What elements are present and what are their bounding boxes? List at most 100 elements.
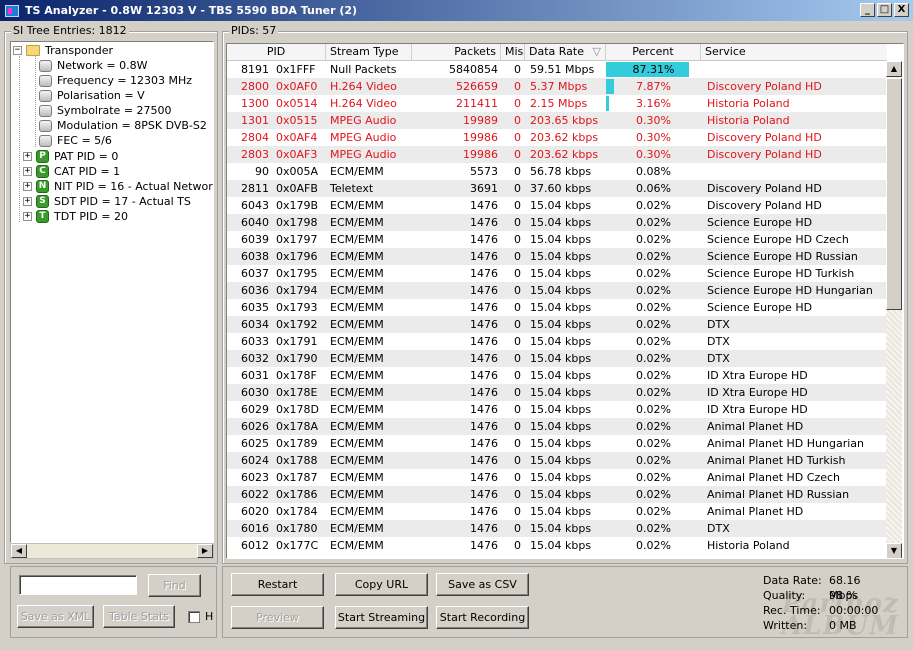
table-row[interactable]: 6025 0x1789 ECM/EMM 1476 0 15.04 kbps 0.02% Ani… [227,435,887,452]
tree-leaf[interactable]: Frequency = 12303 MHz [39,73,192,88]
expand-icon[interactable]: + [23,182,32,191]
table-row[interactable]: 6036 0x1794 ECM/EMM 1476 0 15.04 kbps 0.02% Sci… [227,282,887,299]
scroll-up-arrow-icon[interactable]: ▲ [886,61,902,77]
table-row[interactable]: 6035 0x1793 ECM/EMM 1476 0 15.04 kbps 0.02% Sci… [227,299,887,316]
tree-leaf[interactable]: Modulation = 8PSK DVB-S2 [39,118,207,133]
table-row[interactable]: 6032 0x1790 ECM/EMM 1476 0 15.04 kbps 0.02% DTX [227,350,887,367]
table-row[interactable]: 6023 0x1787 ECM/EMM 1476 0 15.04 kbps 0.02% Ani… [227,469,887,486]
table-row[interactable]: 6034 0x1792 ECM/EMM 1476 0 15.04 kbps 0.02% DTX [227,316,887,333]
tree-node-table[interactable]: + C CAT PID = 1 [23,164,120,179]
save-as-csv-button[interactable]: Save as CSV [436,573,529,596]
percent-value: 0.02% [636,267,671,280]
cell-missing: 0 [514,437,521,450]
scroll-right-arrow-icon[interactable]: ▶ [197,544,213,558]
tree-leaf[interactable]: Symbolrate = 27500 [39,103,172,118]
table-row[interactable]: 6030 0x178E ECM/EMM 1476 0 15.04 kbps 0.02% ID … [227,384,887,401]
cell-hex: 0x1790 [276,352,318,365]
table-vertical-scrollbar[interactable]: ▲ ▼ [886,61,902,558]
cell-type: ECM/EMM [330,335,384,348]
table-row[interactable]: 8191 0x1FFF Null Packets 5840854 0 59.51 Mbps… [227,61,887,78]
cell-percent: 0.02% [606,299,701,316]
expand-icon[interactable]: + [23,197,32,206]
column-header-missing[interactable]: Missi... [501,44,525,61]
tree-node-table[interactable]: + S SDT PID = 17 - Actual TS [23,194,191,209]
cell-hex: 0x1798 [276,216,318,229]
start-recording-button[interactable]: Start Recording [436,606,529,629]
table-row[interactable]: 6037 0x1795 ECM/EMM 1476 0 15.04 kbps 0.02% Sci… [227,265,887,282]
table-row[interactable]: 1301 0x0515 MPEG Audio 19989 0 203.65 kbps 0.3… [227,112,887,129]
quality-value: 98 % [829,589,857,602]
expand-icon[interactable]: + [23,167,32,176]
column-header-data-rate[interactable]: Data Rate ▽ [525,44,606,61]
scroll-left-arrow-icon[interactable]: ◀ [11,544,27,558]
collapse-icon[interactable]: − [13,46,22,55]
cell-percent: 0.02% [606,486,701,503]
table-badge-icon: P [36,150,49,163]
table-row[interactable]: 6039 0x1797 ECM/EMM 1476 0 15.04 kbps 0.02% Sci… [227,231,887,248]
save-as-xml-button[interactable]: Save as XML [17,605,94,628]
table-row[interactable]: 6038 0x1796 ECM/EMM 1476 0 15.04 kbps 0.02% Sci… [227,248,887,265]
expand-icon[interactable]: + [23,212,32,221]
preview-button[interactable]: Preview [231,606,324,629]
table-row[interactable]: 2800 0x0AF0 H.264 Video 526659 0 5.37 Mbps 7.8… [227,78,887,95]
expand-icon[interactable]: + [23,152,32,161]
si-tree[interactable]: − Transponder Network = 0.8W Frequency = … [10,41,214,543]
tree-node-table[interactable]: + T TDT PID = 20 [23,209,128,224]
table-row[interactable]: 1300 0x0514 H.264 Video 211411 0 2.15 Mbps 3.1… [227,95,887,112]
table-row[interactable]: 6040 0x1798 ECM/EMM 1476 0 15.04 kbps 0.02% Sci… [227,214,887,231]
table-row[interactable]: 6043 0x179B ECM/EMM 1476 0 15.04 kbps 0.02% Dis… [227,197,887,214]
tree-leaf[interactable]: Network = 0.8W [39,58,148,73]
column-header-pid[interactable]: PID [227,44,326,61]
cell-type: MPEG Audio [330,114,397,127]
table-row[interactable]: 6031 0x178F ECM/EMM 1476 0 15.04 kbps 0.02% ID … [227,367,887,384]
column-header-service[interactable]: Service [701,44,887,61]
column-header-stream-type[interactable]: Stream Type [326,44,412,61]
cell-rate: 15.04 kbps [530,301,592,314]
table-row[interactable]: 6016 0x1780 ECM/EMM 1476 0 15.04 kbps 0.02% DTX [227,520,887,537]
column-header-percent[interactable]: Percent [606,44,701,61]
cell-packets: 1476 [470,488,498,501]
cell-hex: 0x1791 [276,335,318,348]
cell-hex: 0x178E [276,386,318,399]
table-row[interactable]: 2804 0x0AF4 MPEG Audio 19986 0 203.62 kbps 0.3… [227,129,887,146]
table-row[interactable]: 6033 0x1791 ECM/EMM 1476 0 15.04 kbps 0.02% DTX [227,333,887,350]
minimize-button[interactable]: _ [860,3,875,17]
cell-rate: 15.04 kbps [530,352,592,365]
search-input[interactable] [19,575,137,595]
scroll-down-arrow-icon[interactable]: ▼ [886,543,902,558]
cell-pid: 6026 [241,420,269,433]
table-row[interactable]: 2811 0x0AFB Teletext 3691 0 37.60 kbps 0.06% Di… [227,180,887,197]
table-row[interactable]: 6029 0x178D ECM/EMM 1476 0 15.04 kbps 0.02% ID … [227,401,887,418]
restart-button[interactable]: Restart [231,573,324,596]
maximize-button[interactable]: □ [877,3,892,17]
tree-node-table[interactable]: + P PAT PID = 0 [23,149,118,164]
tree-node-table[interactable]: + N NIT PID = 16 - Actual Network [23,179,213,194]
table-row[interactable]: 6026 0x178A ECM/EMM 1476 0 15.04 kbps 0.02% Ani… [227,418,887,435]
h-checkbox[interactable] [188,611,200,623]
cell-service [701,61,887,78]
cell-packets: 1476 [470,471,498,484]
table-row[interactable]: 2803 0x0AF3 MPEG Audio 19986 0 203.62 kbps 0.3… [227,146,887,163]
copy-url-button[interactable]: Copy URL [335,573,428,596]
table-row[interactable]: 6024 0x1788 ECM/EMM 1476 0 15.04 kbps 0.02% Ani… [227,452,887,469]
tree-horizontal-scrollbar[interactable]: ◀ ▶ [10,543,214,559]
cell-pid: 6032 [241,352,269,365]
column-header-packets[interactable]: Packets [412,44,501,61]
stats-panel: Data Rate: 68.16 Mbps Quality: 98 % Rec. T… [763,573,889,633]
scroll-thumb[interactable] [886,78,902,310]
cell-pid: 6035 [241,301,269,314]
tree-leaf[interactable]: Polarisation = V [39,88,145,103]
table-row[interactable]: 6020 0x1784 ECM/EMM 1476 0 15.04 kbps 0.02% Ani… [227,503,887,520]
close-button[interactable]: X [894,3,909,17]
table-row[interactable]: 90 0x005A ECM/EMM 5573 0 56.78 kbps 0.08% [227,163,887,180]
find-button[interactable]: Find [148,574,201,597]
table-stats-button[interactable]: Table Stats [103,605,175,628]
table-row[interactable]: 6022 0x1786 ECM/EMM 1476 0 15.04 kbps 0.02% Ani… [227,486,887,503]
percent-value: 0.02% [636,488,671,501]
start-streaming-button[interactable]: Start Streaming [335,606,428,629]
tree-leaf[interactable]: FEC = 5/6 [39,133,112,148]
cell-packets: 19986 [463,131,498,144]
table-row[interactable]: 6012 0x177C ECM/EMM 1476 0 15.04 kbps 0.02% His… [227,537,887,554]
tree-node-transponder[interactable]: − Transponder [13,43,113,58]
pids-table[interactable]: PID Stream Type Packets Missi... Data Ra… [226,43,904,559]
